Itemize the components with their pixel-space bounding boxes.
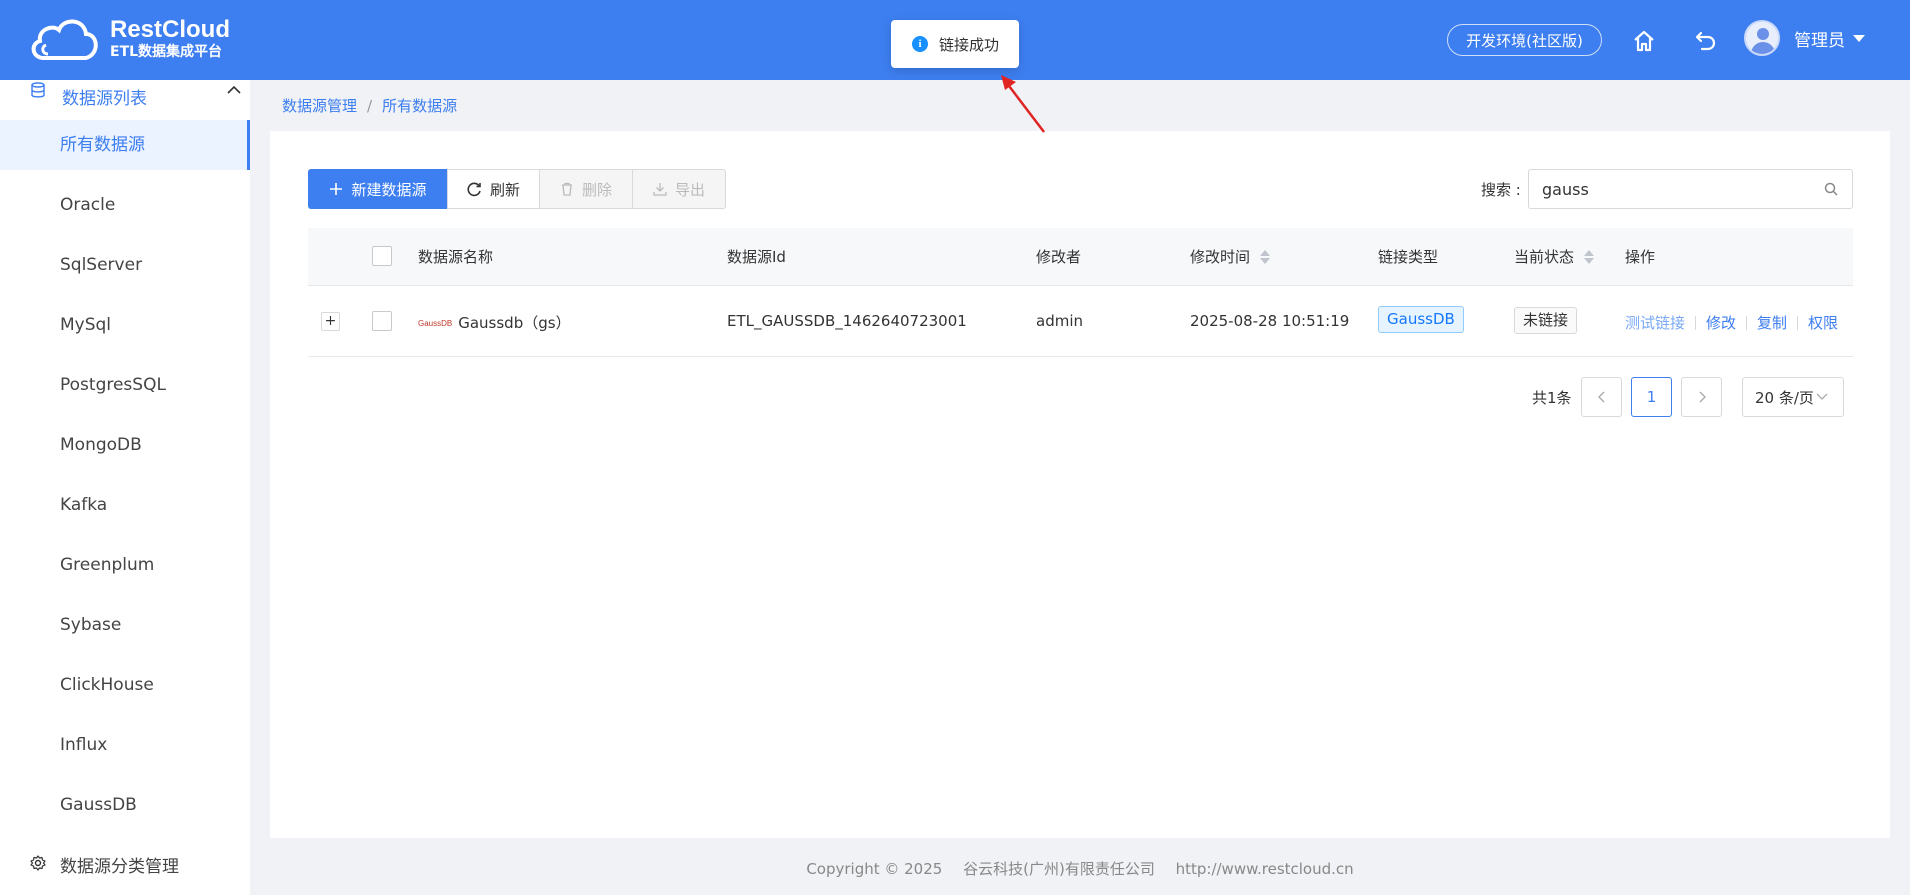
footer-url[interactable]: http://www.restcloud.cn — [1176, 860, 1354, 878]
next-page-button[interactable] — [1681, 377, 1722, 417]
page-footer: Copyright © 2025 谷云科技(广州)有限责任公司 http://w… — [270, 858, 1890, 879]
column-header-type: 链接类型 — [1378, 248, 1439, 266]
search-label: 搜索 : — [1481, 181, 1521, 199]
sidebar-item-clickhouse[interactable]: ClickHouse — [0, 660, 250, 710]
toolbar: 新建数据源 刷新 删除 导出 — [308, 169, 726, 209]
row-checkbox[interactable] — [372, 311, 392, 331]
sort-icon[interactable] — [1584, 249, 1595, 264]
sidebar: 数据源列表 所有数据源 Oracle SqlServer MySql Postg… — [0, 80, 250, 895]
download-icon — [653, 182, 667, 196]
cloud-logo-icon — [31, 19, 98, 60]
datasource-name-cell: GaussDB Gaussdb（gs） — [418, 312, 571, 333]
page-size-select[interactable]: 20 条/页 — [1742, 377, 1844, 417]
sort-icon[interactable] — [1260, 249, 1271, 264]
sidebar-item-gaussdb[interactable]: GaussDB — [0, 780, 250, 830]
back-arrow-icon[interactable] — [1690, 26, 1720, 56]
connection-type-tag: GaussDB — [1378, 306, 1464, 333]
chevron-left-icon — [1597, 391, 1604, 403]
modified-time-label: 修改时间 — [1190, 248, 1251, 266]
test-connection-link[interactable]: 测试链接 — [1625, 312, 1685, 333]
modifier: admin — [1036, 312, 1083, 330]
column-header-name: 数据源名称 — [418, 248, 494, 266]
sidebar-item-kafka[interactable]: Kafka — [0, 480, 250, 530]
status-badge: 未链接 — [1514, 307, 1578, 334]
refresh-label: 刷新 — [489, 180, 520, 199]
new-datasource-label: 新建数据源 — [351, 180, 427, 199]
export-button[interactable]: 导出 — [632, 169, 726, 209]
refresh-button[interactable]: 刷新 — [447, 169, 540, 209]
table-row: + GaussDB Gaussdb（gs） ETL_GAUSSDB_1462640… — [308, 286, 1853, 357]
sidebar-item-greenplum[interactable]: Greenplum — [0, 540, 250, 590]
avatar — [1744, 20, 1780, 56]
column-header-actions: 操作 — [1625, 248, 1656, 266]
sidebar-item-sqlserver[interactable]: SqlServer — [0, 240, 250, 290]
chevron-up-icon — [227, 85, 241, 94]
footer-copyright: Copyright © 2025 — [806, 860, 943, 878]
user-menu[interactable]: 管理员 — [1744, 20, 1865, 56]
user-name: 管理员 — [1794, 30, 1845, 51]
datasource-id: ETL_GAUSSDB_1462640723001 — [727, 312, 967, 330]
search-icon[interactable] — [1824, 182, 1838, 196]
logo[interactable]: RestCloud ETL数据集成平台 — [28, 14, 230, 64]
sidebar-item-sybase[interactable]: Sybase — [0, 600, 250, 650]
expand-row-button[interactable]: + — [321, 312, 340, 331]
chevron-right-icon — [1699, 391, 1706, 403]
delete-label: 删除 — [581, 180, 612, 199]
status-label: 当前状态 — [1514, 248, 1575, 266]
page-size-value: 20 条/页 — [1755, 388, 1814, 407]
pagination-total: 共1条 — [1532, 389, 1572, 407]
table-header: 数据源名称 数据源Id 修改者 修改时间 链接类型 当前状态 操作 — [308, 228, 1853, 286]
sidebar-item-influx[interactable]: Influx — [0, 720, 250, 770]
success-toast: i 链接成功 — [891, 20, 1019, 68]
column-header-modified-time[interactable]: 修改时间 — [1190, 246, 1271, 267]
permissions-link[interactable]: 权限 — [1808, 312, 1838, 333]
chevron-down-icon — [1816, 393, 1828, 400]
red-arrow-annotation — [1001, 75, 1045, 133]
gear-icon — [30, 855, 46, 871]
sidebar-item-mongodb[interactable]: MongoDB — [0, 420, 250, 470]
search-field[interactable] — [1528, 169, 1853, 209]
modified-time: 2025-08-28 10:51:19 — [1190, 312, 1350, 330]
logo-title: RestCloud — [110, 16, 230, 43]
column-header-id: 数据源Id — [727, 248, 786, 266]
datasource-name: Gaussdb（gs） — [458, 314, 571, 332]
footer-company: 谷云科技(广州)有限责任公司 — [963, 860, 1155, 878]
page-1-button[interactable]: 1 — [1631, 377, 1672, 417]
toast-message: 链接成功 — [939, 35, 1000, 54]
info-icon: i — [912, 36, 928, 52]
column-header-modifier: 修改者 — [1036, 248, 1082, 266]
caret-down-icon — [1853, 34, 1865, 42]
sidebar-item-mysql[interactable]: MySql — [0, 300, 250, 350]
select-all-checkbox[interactable] — [372, 246, 392, 266]
delete-button[interactable]: 删除 — [539, 169, 633, 209]
sidebar-item-postgressql[interactable]: PostgresSQL — [0, 360, 250, 410]
search-input[interactable] — [1529, 170, 1799, 208]
sidebar-footer-label: 数据源分类管理 — [60, 857, 179, 877]
sidebar-category-management[interactable]: 数据源分类管理 — [0, 833, 250, 893]
sidebar-group-datasource-list[interactable]: 数据源列表 — [0, 80, 250, 120]
row-actions: 测试链接 修改 复制 权限 — [1625, 312, 1838, 333]
trash-icon — [560, 182, 574, 196]
prev-page-button[interactable] — [1581, 377, 1622, 417]
new-datasource-button[interactable]: 新建数据源 — [308, 169, 448, 209]
sidebar-item-all-datasources[interactable]: 所有数据源 — [0, 120, 250, 170]
database-icon — [31, 82, 45, 98]
home-icon[interactable] — [1629, 26, 1659, 56]
edit-link[interactable]: 修改 — [1706, 312, 1736, 333]
column-header-status[interactable]: 当前状态 — [1514, 246, 1595, 267]
export-label: 导出 — [674, 180, 705, 199]
sidebar-group-label: 数据源列表 — [62, 89, 147, 109]
environment-button[interactable]: 开发环境(社区版) — [1447, 24, 1602, 56]
sidebar-item-oracle[interactable]: Oracle — [0, 180, 250, 230]
breadcrumb-item-datasource-management[interactable]: 数据源管理 — [282, 97, 357, 115]
copy-link[interactable]: 复制 — [1757, 312, 1787, 333]
refresh-icon — [467, 182, 482, 197]
gaussdb-logo-icon: GaussDB — [418, 319, 453, 328]
breadcrumb: 数据源管理 / 所有数据源 — [282, 97, 458, 115]
logo-subtitle: ETL数据集成平台 — [110, 44, 223, 60]
plus-icon — [329, 182, 343, 196]
breadcrumb-item-all-datasources[interactable]: 所有数据源 — [382, 97, 457, 115]
